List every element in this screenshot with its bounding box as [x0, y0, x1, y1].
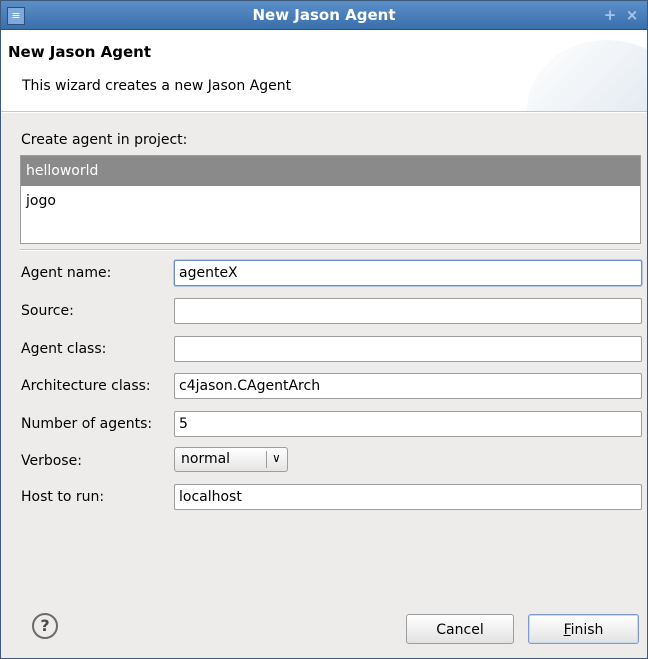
header-separator	[1, 112, 647, 113]
host-to-run-input[interactable]	[174, 484, 642, 510]
page-description: This wizard creates a new Jason Agent	[22, 78, 292, 94]
chevron-down-icon[interactable]: ∨	[272, 451, 281, 465]
project-list[interactable]: helloworld jogo	[20, 155, 641, 244]
number-of-agents-label: Number of agents:	[21, 416, 153, 432]
header-banner-graphic	[527, 40, 647, 111]
wizard-header: New Jason Agent This wizard creates a ne…	[1, 30, 647, 112]
form-divider	[20, 249, 640, 251]
agent-class-input[interactable]	[174, 336, 642, 362]
title-bar[interactable]: ≡ New Jason Agent + ×	[1, 1, 647, 30]
number-of-agents-input[interactable]	[174, 411, 642, 437]
host-to-run-label: Host to run:	[21, 489, 105, 505]
source-input[interactable]	[174, 298, 642, 324]
verbose-label: Verbose:	[21, 453, 82, 469]
verbose-select[interactable]: normal ∨	[174, 447, 288, 472]
close-icon[interactable]: ×	[624, 7, 640, 23]
select-separator	[266, 451, 267, 468]
help-icon[interactable]: ?	[32, 613, 58, 639]
source-label: Source:	[21, 303, 74, 319]
finish-label: inish	[570, 622, 604, 638]
project-item-jogo[interactable]: jogo	[21, 186, 640, 216]
agent-class-label: Agent class:	[21, 341, 107, 357]
finish-mnemonic: F	[563, 622, 571, 638]
project-item-helloworld[interactable]: helloworld	[21, 156, 640, 186]
page-title: New Jason Agent	[8, 43, 152, 61]
window-title: New Jason Agent	[252, 6, 396, 24]
agent-name-input[interactable]	[174, 260, 642, 286]
agent-name-label: Agent name:	[21, 265, 112, 281]
finish-button[interactable]: Finish	[528, 614, 639, 644]
architecture-class-input[interactable]	[174, 373, 642, 399]
wizard-window: ≡ New Jason Agent + × New Jason Agent Th…	[0, 0, 648, 659]
cancel-button[interactable]: Cancel	[406, 614, 514, 644]
project-list-label: Create agent in project:	[21, 132, 188, 148]
maximize-icon[interactable]: +	[602, 7, 618, 23]
verbose-select-value: normal	[181, 451, 231, 467]
architecture-class-label: Architecture class:	[21, 378, 151, 394]
